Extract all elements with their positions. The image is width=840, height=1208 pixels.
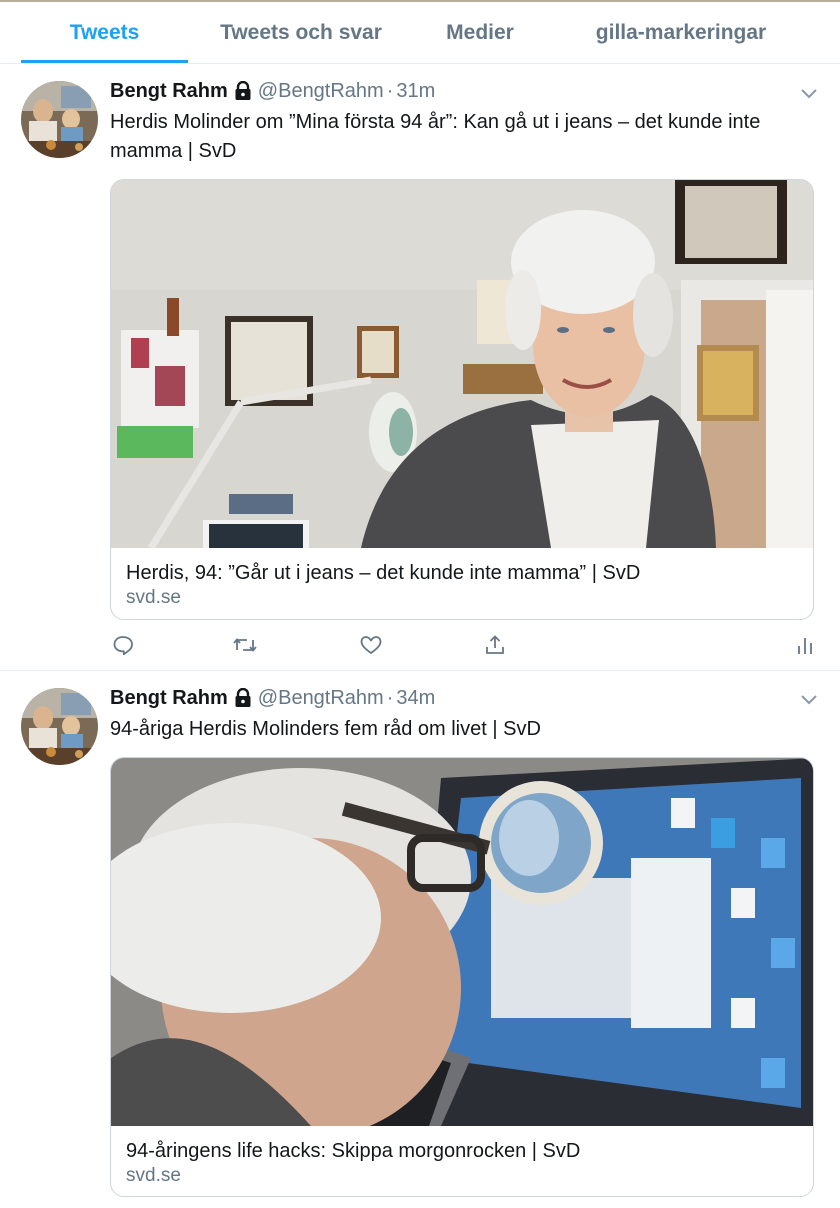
reply-icon[interactable] — [110, 632, 136, 658]
card-meta: Herdis, 94: ”Går ut i jeans – det kunde … — [111, 548, 813, 610]
timestamp[interactable]: 31m — [396, 80, 435, 103]
timestamp[interactable]: 34m — [396, 687, 435, 710]
author-handle[interactable]: @BengtRahm — [258, 80, 384, 103]
card-meta: 94-åringens life hacks: Skippa morgonroc… — [111, 1126, 813, 1188]
chevron-down-icon[interactable] — [798, 82, 820, 104]
lock-icon — [234, 688, 252, 708]
avatar[interactable] — [21, 688, 98, 765]
card-title: 94-åringens life hacks: Skippa morgonroc… — [126, 1140, 581, 1162]
tweet-header: Bengt Rahm @BengtRahm · 31m — [110, 77, 435, 105]
tweet-text: Herdis Molinder om ”Mina första 94 år”: … — [110, 111, 761, 162]
card-domain: svd.se — [126, 1165, 181, 1186]
author-handle[interactable]: @BengtRahm — [258, 687, 384, 710]
tab-media[interactable]: Medier — [420, 2, 540, 64]
share-icon[interactable] — [482, 632, 508, 658]
tweet-text: 94-åriga Herdis Molinders fem råd om liv… — [110, 718, 541, 740]
profile-tabs: Tweets Tweets och svar Medier gilla-mark… — [0, 2, 840, 64]
active-tab-indicator — [21, 60, 188, 63]
like-icon[interactable] — [358, 632, 384, 658]
tab-likes[interactable]: gilla-markeringar — [570, 2, 792, 64]
lock-icon — [234, 81, 252, 101]
tweet-divider — [0, 670, 840, 671]
tab-tweets-and-replies[interactable]: Tweets och svar — [205, 2, 397, 64]
card-image — [111, 180, 813, 548]
separator-dot: · — [386, 686, 394, 709]
card-image — [111, 758, 813, 1126]
link-card[interactable]: 94-åringens life hacks: Skippa morgonroc… — [110, 757, 814, 1197]
analytics-icon[interactable] — [792, 632, 818, 658]
author-name[interactable]: Bengt Rahm — [110, 80, 228, 103]
tab-tweets[interactable]: Tweets — [21, 2, 188, 64]
separator-dot: · — [386, 79, 394, 102]
avatar[interactable] — [21, 81, 98, 158]
tweet-header: Bengt Rahm @BengtRahm · 34m — [110, 684, 435, 712]
chevron-down-icon[interactable] — [798, 688, 820, 710]
card-domain: svd.se — [126, 587, 181, 608]
author-name[interactable]: Bengt Rahm — [110, 687, 228, 710]
retweet-icon[interactable] — [232, 632, 258, 658]
tweet-actions — [110, 632, 820, 658]
card-title: Herdis, 94: ”Går ut i jeans – det kunde … — [126, 562, 641, 584]
link-card[interactable]: Herdis, 94: ”Går ut i jeans – det kunde … — [110, 179, 814, 620]
